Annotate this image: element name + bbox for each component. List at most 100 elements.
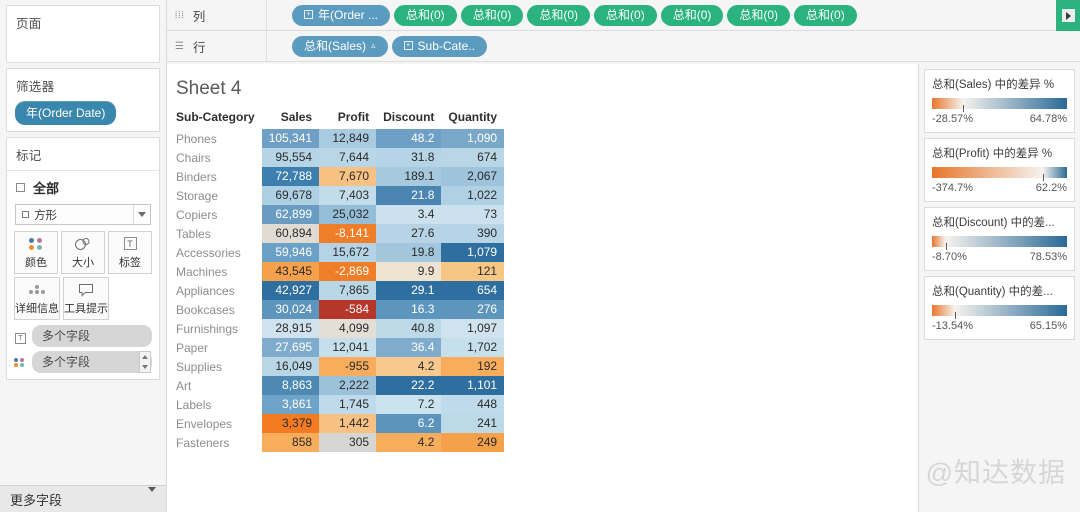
marks-all-row[interactable]: 全部 [7, 170, 159, 204]
column-pill-measure-7[interactable]: 总和(0) [794, 4, 857, 26]
cell-quantity[interactable]: 1,097 [441, 319, 505, 338]
marks-all-checkbox[interactable] [16, 183, 25, 192]
column-pill-measure-6[interactable]: 总和(0) [727, 4, 791, 26]
cell-profit[interactable]: -955 [319, 357, 377, 376]
row-header-paper[interactable]: Paper [176, 338, 262, 357]
cell-quantity[interactable]: 192 [441, 357, 505, 376]
cell-sales[interactable]: 858 [261, 433, 320, 452]
cell-profit[interactable]: 7,670 [319, 167, 377, 186]
cell-discount[interactable]: 22.2 [376, 376, 442, 395]
cell-discount[interactable]: 4.2 [376, 433, 442, 452]
cell-quantity[interactable]: 448 [441, 395, 505, 414]
legend-0[interactable]: 总和(Sales) 中的差异 % -28.57% 64.78% [924, 69, 1075, 133]
cell-sales[interactable]: 59,946 [261, 243, 320, 262]
marks-color-field-pill[interactable]: 多个字段 [32, 351, 152, 373]
chevron-right-icon[interactable] [1061, 9, 1075, 22]
column-pill-year-order-date[interactable]: + 年(Order ... [292, 4, 391, 26]
cell-profit[interactable]: -584 [319, 300, 377, 319]
table-row[interactable]: Labels 3,861 1,745 7.2 448 [176, 395, 505, 414]
filters-card[interactable]: 筛选器 年(Order Date) [6, 68, 160, 132]
row-header-chairs[interactable]: Chairs [176, 148, 262, 167]
column-header-sales[interactable]: Sales [262, 106, 319, 129]
cell-quantity[interactable]: 1,702 [441, 338, 505, 357]
cell-sales[interactable]: 16,049 [261, 357, 320, 376]
row-header-machines[interactable]: Machines [176, 262, 262, 281]
row-header-labels[interactable]: Labels [176, 395, 262, 414]
table-row[interactable]: Bookcases 30,024 -584 16.3 276 [176, 300, 505, 319]
cell-discount[interactable]: 4.2 [376, 357, 442, 376]
cell-sales[interactable]: 105,341 [261, 129, 320, 148]
cell-profit[interactable]: -8,141 [319, 224, 377, 243]
column-pill-measure-1[interactable]: 总和(0) [394, 4, 457, 26]
cell-quantity[interactable]: 1,090 [441, 129, 505, 148]
cell-quantity[interactable]: 2,067 [441, 167, 505, 186]
column-pill-measure-4[interactable]: 总和(0) [594, 4, 657, 26]
cell-profit[interactable]: 2,222 [319, 376, 377, 395]
row-header-appliances[interactable]: Appliances [176, 281, 262, 300]
sort-ascending-icon[interactable]: ▵ [371, 40, 376, 51]
column-pill-measure-2[interactable]: 总和(0) [460, 4, 524, 26]
cell-sales[interactable]: 60,894 [261, 224, 320, 243]
legend-3[interactable]: 总和(Quantity) 中的差... -13.54% 65.15% [924, 276, 1075, 340]
row-header-storage[interactable]: Storage [176, 186, 262, 205]
table-row[interactable]: Copiers 62,899 25,032 3.4 73 [176, 205, 505, 224]
columns-shelf[interactable]: ⦙⦙⦙ 列 + 年(Order ... 总和(0) 总和(0) 总和(0) 总和… [167, 0, 1080, 31]
cell-quantity[interactable]: 241 [441, 414, 505, 433]
cell-quantity[interactable]: 654 [441, 281, 505, 300]
rows-shelf[interactable]: ☰ 行 总和(Sales) ▵ + Sub-Cate.. [167, 31, 1080, 62]
cell-sales[interactable]: 72,788 [261, 167, 320, 186]
mark-type-select[interactable]: 方形 [15, 204, 151, 225]
row-header-fasteners[interactable]: Fasteners [176, 433, 262, 452]
row-header-phones[interactable]: Phones [176, 129, 262, 148]
cell-quantity[interactable]: 1,079 [441, 243, 505, 262]
table-row[interactable]: Supplies 16,049 -955 4.2 192 [176, 357, 505, 376]
row-header-binders[interactable]: Binders [176, 167, 262, 186]
column-header-sub-category[interactable]: Sub-Category [176, 106, 262, 129]
cell-profit[interactable]: 7,644 [319, 148, 377, 167]
cell-sales[interactable]: 28,915 [261, 319, 320, 338]
cell-profit[interactable]: 1,442 [319, 414, 377, 433]
marks-tooltip-button[interactable]: 工具提示 [63, 277, 109, 320]
cell-profit[interactable]: 15,672 [319, 243, 377, 262]
table-row[interactable]: Furnishings 28,915 4,099 40.8 1,097 [176, 319, 505, 338]
table-row[interactable]: Accessories 59,946 15,672 19.8 1,079 [176, 243, 505, 262]
expand-icon[interactable]: + [403, 41, 413, 50]
marks-label-field-pill[interactable]: 多个字段 [32, 325, 152, 347]
column-pill-measure-3[interactable]: 总和(0) [527, 4, 591, 26]
row-header-tables[interactable]: Tables [176, 224, 262, 243]
cell-quantity[interactable]: 73 [441, 205, 505, 224]
table-row[interactable]: Fasteners 858 305 4.2 249 [176, 433, 505, 452]
expand-icon[interactable]: + [304, 10, 313, 19]
cell-discount[interactable]: 36.4 [376, 338, 442, 357]
cell-profit[interactable]: 25,032 [319, 205, 377, 224]
cell-profit[interactable]: 7,403 [319, 186, 377, 205]
cell-discount[interactable]: 31.8 [376, 148, 442, 167]
cell-sales[interactable]: 62,899 [261, 205, 320, 224]
cell-profit[interactable]: 12,849 [319, 129, 377, 148]
cell-quantity[interactable]: 390 [441, 224, 505, 243]
cell-discount[interactable]: 40.8 [376, 319, 442, 338]
legend-1[interactable]: 总和(Profit) 中的差异 % -374.7% 62.2% [924, 138, 1075, 202]
cell-discount[interactable]: 27.6 [376, 224, 442, 243]
cell-sales[interactable]: 43,545 [261, 262, 320, 281]
more-fields-bar[interactable]: 更多字段 [0, 485, 166, 512]
row-pill-sum-sales[interactable]: 总和(Sales) ▵ [292, 35, 388, 57]
table-row[interactable]: Appliances 42,927 7,865 29.1 654 [176, 281, 505, 300]
marks-scroll-spinner[interactable] [139, 351, 151, 373]
row-header-furnishings[interactable]: Furnishings [176, 319, 262, 338]
table-row[interactable]: Paper 27,695 12,041 36.4 1,702 [176, 338, 505, 357]
column-header-profit[interactable]: Profit [319, 106, 376, 129]
cell-discount[interactable]: 19.8 [376, 243, 442, 262]
cell-profit[interactable]: 305 [319, 433, 377, 452]
legend-2[interactable]: 总和(Discount) 中的差... -8.70% 78.53% [924, 207, 1075, 271]
pages-card[interactable]: 页面 [6, 5, 160, 63]
cell-quantity[interactable]: 674 [441, 148, 505, 167]
cell-discount[interactable]: 6.2 [376, 414, 442, 433]
marks-color-button[interactable]: 颜色 [14, 231, 58, 274]
table-row[interactable]: Storage 69,678 7,403 21.8 1,022 [176, 186, 505, 205]
cell-quantity[interactable]: 1,022 [441, 186, 505, 205]
chevron-down-icon[interactable] [133, 205, 150, 224]
row-pill-sub-category[interactable]: + Sub-Cate.. [391, 35, 487, 57]
marks-label-button[interactable]: T 标签 [108, 231, 152, 274]
column-pill-measure-5[interactable]: 总和(0) [660, 4, 724, 26]
